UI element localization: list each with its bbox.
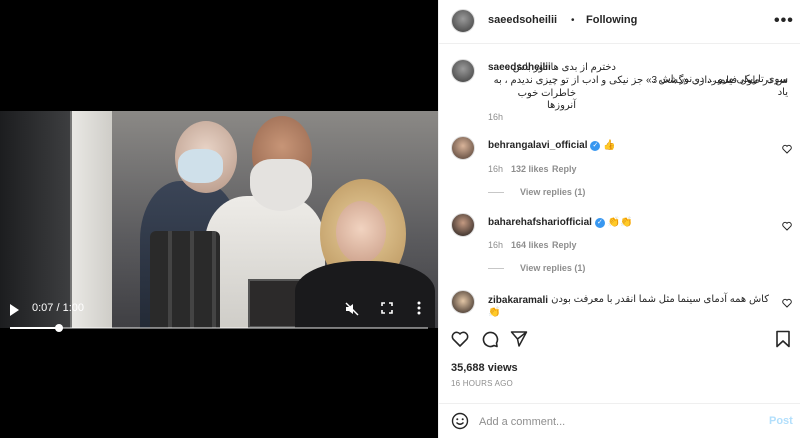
comment-input[interactable] [479,413,749,431]
view-replies-button[interactable]: View replies (1) [520,187,585,197]
comment-text: 👍 [603,140,616,151]
video-progress-fill [10,327,59,329]
muted-speaker-icon[interactable] [345,302,359,316]
comment-text: 👏👏 [607,217,633,228]
play-icon[interactable] [10,304,19,316]
following-button[interactable]: Following [586,14,637,26]
more-vertical-icon[interactable] [416,300,422,316]
video-controls: 0:07 / 1:00 [0,296,438,330]
comment-age: 16h [488,240,504,250]
replies-divider [488,192,504,193]
video-progress-knob[interactable] [54,324,63,332]
bookmark-icon[interactable] [774,330,792,348]
comments-list[interactable]: saeedsoheilii دخترم از بدی ها دور باش ، … [439,45,800,327]
comment-likes[interactable]: 132 likes [511,164,549,174]
comment-row: behrangalavi_official ✓ 👍 [488,140,616,151]
face-mask [178,149,223,183]
comment-text: کاش همه آدمای سینما مثل شما انقدر با معر… [551,294,769,305]
post-owner-username[interactable]: saeedsoheilii [488,14,557,26]
comment-likes[interactable]: 164 likes [511,240,549,250]
like-comment-heart-icon[interactable] [782,144,792,154]
separator-dot: • [571,15,575,26]
comment-username[interactable]: behrangalavi_official [488,140,587,151]
white-beard [250,159,312,211]
fullscreen-icon[interactable] [381,302,393,314]
verified-badge-icon: ✓ [590,140,601,151]
caption-age: 16h [488,112,504,122]
post-header: saeedsoheilii • Following ••• [439,0,800,44]
comment-username[interactable]: zibakaramali [488,295,548,306]
post-button[interactable]: Post [769,415,793,427]
reply-button[interactable]: Reply [552,164,577,174]
post-actions [439,330,800,362]
comment-text-emoji: 👏 [488,307,501,318]
avatar[interactable] [451,213,475,237]
video-player[interactable]: 0:07 / 1:00 [0,0,438,438]
comment-composer: Post [439,403,800,438]
post-side-panel: saeedsoheilii • Following ••• saeedsohei… [438,0,800,438]
comment-age: 16h [488,164,504,174]
avatar[interactable] [451,136,475,160]
emoji-icon[interactable] [451,412,469,430]
verified-badge-icon: ✓ [594,217,605,228]
video-time: 0:07 / 1:00 [32,302,84,314]
like-comment-heart-icon[interactable] [782,221,792,231]
woman-face [336,201,386,263]
post-timestamp[interactable]: 16 HOURS AGO [451,379,513,388]
video-progress-bar[interactable] [10,324,428,332]
view-count[interactable]: 35,688 views [451,362,518,374]
more-options-icon[interactable]: ••• [774,12,794,30]
caption-line-3: خاطرات خوب آنروزها [517,88,576,111]
comment-username[interactable]: baharehafshariofficial [488,217,592,228]
share-icon[interactable] [510,330,528,348]
comment-icon[interactable] [481,330,499,348]
avatar[interactable] [451,290,475,314]
reply-button[interactable]: Reply [552,240,577,250]
avatar[interactable] [451,59,475,83]
view-replies-button[interactable]: View replies (1) [520,263,585,273]
replies-divider [488,268,504,269]
comment-row: baharehafshariofficial ✓ 👏👏 [488,217,633,228]
like-comment-heart-icon[interactable] [782,298,792,308]
avatar[interactable] [451,9,475,33]
heart-icon[interactable] [451,330,469,348]
